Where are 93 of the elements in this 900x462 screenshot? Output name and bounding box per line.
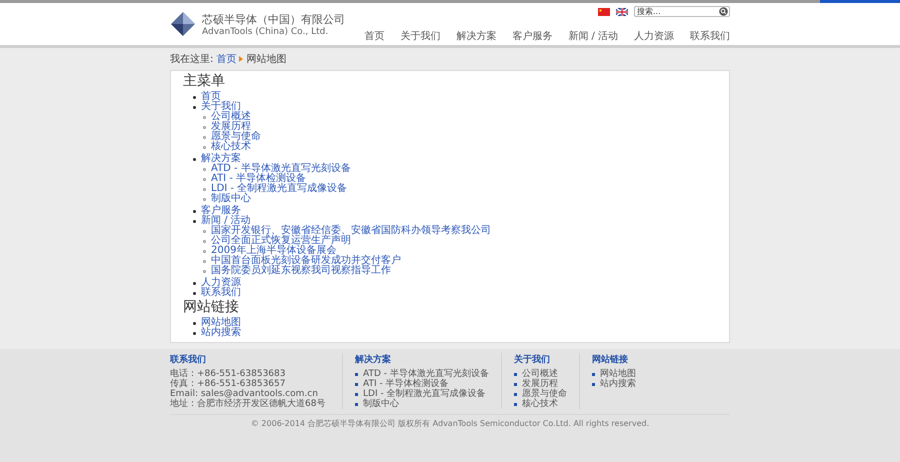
nav-link[interactable]: 客户服务 [512,29,552,43]
company-name: 芯硕半导体（中国）有限公司 [202,12,345,26]
bullet-icon [355,382,358,386]
section-heading: 主菜单 [183,73,226,90]
circle-bullet-icon [203,250,206,252]
footer-link[interactable]: 愿景与使命 [522,389,567,399]
sitemap-link[interactable]: 网站地图 [201,318,241,328]
breadcrumb-label: 我在这里: [170,52,214,66]
bullet-icon [193,292,196,294]
sitemap-link[interactable]: 愿景与使命 [211,132,261,142]
footer-link[interactable]: 核心技术 [522,399,558,409]
search-icon[interactable] [719,7,728,16]
breadcrumb-current: 网站地图 [246,52,286,66]
sitemap-link[interactable]: 发展历程 [211,122,251,132]
bullet-icon [193,158,196,160]
footer-heading: 网站链接 [592,353,629,366]
sitemap-link[interactable]: 中国首台面板光刻设备研发成功并交付客户 [211,256,401,266]
sitemap-link[interactable]: 2009年上海半导体设备展会 [211,246,336,256]
sitemap-link[interactable]: 制版中心 [211,194,251,204]
circle-bullet-icon [203,116,206,118]
footer-link[interactable]: ATI - 半导体检测设备 [363,379,449,389]
sitemap-link[interactable]: 关于我们 [201,102,241,112]
bullet-icon [514,382,517,386]
bullet-icon [193,282,196,284]
footer-link[interactable]: 网站地图 [600,369,636,379]
uk-flag-icon[interactable] [616,8,628,16]
sitemap-link[interactable]: 核心技术 [211,142,251,152]
circle-bullet-icon [203,146,206,148]
sitemap-link[interactable]: 公司概述 [211,112,251,122]
chevron-icon [239,56,244,62]
sitemap-link[interactable]: 联系我们 [201,288,241,298]
copyright-text: © 2006-2014 合肥芯硕半导体有限公司 版权所有 AdvanTools Semiconductor Co.Ltd. All rights reserved. [170,414,730,429]
footer-heading: 关于我们 [514,353,551,366]
footer-link[interactable]: ATD - 半导体激光直写光刻设备 [363,369,489,379]
nav-link[interactable]: 解决方案 [456,29,496,43]
sitemap-link[interactable]: 新闻 / 活动 [201,216,251,226]
sitemap-link[interactable]: ATD - 半导体激光直写光刻设备 [211,164,351,174]
nav-link[interactable]: 新闻 / 活动 [568,29,618,43]
bullet-icon [193,220,196,222]
sitemap-link[interactable]: ATI - 半导体检测设备 [211,174,306,184]
bullet-icon [193,96,196,98]
circle-bullet-icon [203,126,206,128]
footer-link[interactable]: 公司概述 [522,369,558,379]
footer-link[interactable]: LDI - 全制程激光直写成像设备 [363,389,486,399]
company-name-english: AdvanTools (China) Co., Ltd. [202,26,330,36]
circle-bullet-icon [203,270,206,272]
bullet-icon [193,106,196,108]
sitemap-link[interactable]: 首页 [201,92,221,102]
bullet-icon [514,392,517,396]
bullet-icon [355,392,358,396]
contact-info: 地址：合肥市经济开发区德帆大道68号 [170,399,326,409]
circle-bullet-icon [203,178,206,180]
search-field[interactable]: 搜索... [634,6,730,17]
contact-info: 电话：+86-551-63853683 [170,369,286,379]
bullet-icon [592,382,595,386]
circle-bullet-icon [203,188,206,190]
sitemap-link[interactable]: 人力资源 [201,278,241,288]
nav-link[interactable]: 关于我们 [400,29,440,43]
bullet-icon [355,372,358,376]
bullet-icon [592,372,595,376]
bullet-icon [514,402,517,406]
circle-bullet-icon [203,168,206,170]
nav-link[interactable]: 人力资源 [634,29,674,43]
sitemap-link[interactable]: 客户服务 [201,206,241,216]
circle-bullet-icon [203,240,206,242]
contact-info: Email: sales@advantools.com.cn [170,389,319,399]
chinese-flag-icon[interactable] [598,8,610,16]
nav-link[interactable]: 首页 [364,29,384,43]
contact-info: 传真：+86-551-63853657 [170,379,286,389]
breadcrumb-link[interactable]: 首页 [216,52,236,66]
diamond-logo-icon [170,11,196,37]
section-heading: 网站链接 [183,299,240,316]
bullet-icon [193,322,196,324]
footer-link[interactable]: 站内搜索 [600,379,636,389]
sitemap-link[interactable]: 国家开发银行、安徽省经信委、安徽省国防科办领导考察我公司 [211,226,491,236]
circle-bullet-icon [203,230,206,232]
sitemap-link[interactable]: 国务院委员刘延东视察我司视察指导工作 [211,266,391,276]
circle-bullet-icon [203,136,206,138]
sitemap-link[interactable]: 公司全面正式恢复运营生产声明 [211,236,351,246]
footer-heading: 解决方案 [355,353,392,366]
circle-bullet-icon [203,260,206,262]
footer-heading: 联系我们 [170,353,207,366]
bullet-icon [514,372,517,376]
sitemap-link[interactable]: 解决方案 [201,154,241,164]
nav-link[interactable]: 联系我们 [690,29,730,43]
footer-link[interactable]: 发展历程 [522,379,558,389]
bullet-icon [355,402,358,406]
footer-link[interactable]: 制版中心 [363,399,399,409]
circle-bullet-icon [203,198,206,200]
bullet-icon [193,332,196,334]
sitemap-link[interactable]: 站内搜索 [201,328,241,338]
bullet-icon [193,210,196,212]
sitemap-link[interactable]: LDI - 全制程激光直写成像设备 [211,184,348,194]
